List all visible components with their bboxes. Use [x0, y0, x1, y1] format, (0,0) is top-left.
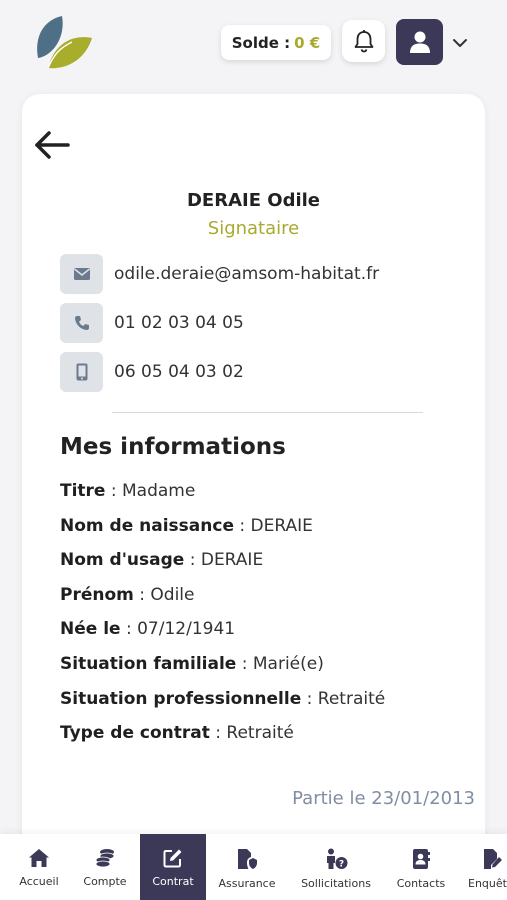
balance-amount: 0 €	[294, 33, 321, 52]
phone-icon	[60, 303, 103, 343]
nav-label: Accueil	[19, 875, 59, 888]
info-row-nee-le: Née le : 07/12/1941	[60, 619, 385, 654]
arrow-left-icon	[35, 131, 70, 159]
nav-label: Sollicitations	[301, 877, 371, 890]
info-row-titre: Titre : Madame	[60, 481, 385, 516]
file-shield-icon	[238, 849, 257, 869]
info-value: : Marié(e)	[236, 653, 324, 674]
info-label: Prénom	[60, 584, 134, 605]
chevron-down-icon[interactable]	[451, 35, 469, 49]
nav-label: Compte	[83, 875, 127, 888]
bell-icon	[354, 30, 373, 53]
mobile-row[interactable]: 06 05 04 03 02	[60, 352, 244, 392]
user-avatar-button[interactable]	[396, 19, 443, 65]
home-icon	[29, 849, 49, 867]
file-pen-icon	[484, 849, 502, 869]
nav-label: Contrat	[152, 875, 194, 888]
person-question-icon: ?	[327, 848, 348, 870]
mobile-text[interactable]: 06 05 04 03 02	[114, 362, 244, 382]
nav-label: Assurance	[218, 877, 276, 890]
phone-text[interactable]: 01 02 03 04 05	[114, 313, 244, 333]
svg-text:?: ?	[339, 860, 344, 870]
mobile-phone-icon	[60, 352, 103, 392]
person-name: DERAIE Odile	[186, 190, 321, 211]
departure-date: Partie le 23/01/2013	[292, 788, 475, 809]
user-icon	[409, 31, 430, 53]
nav-label: Contacts	[396, 877, 446, 890]
address-book-icon	[413, 849, 430, 869]
info-label: Nom de naissance	[60, 515, 234, 536]
envelope-icon	[60, 254, 103, 294]
phone-row[interactable]: 01 02 03 04 05	[60, 303, 244, 343]
info-value: : Madame	[105, 481, 196, 501]
nav-item-sollicitations[interactable]: ? Sollicitations	[296, 834, 376, 900]
nav-item-enquetes[interactable]: Enquêtes	[464, 834, 507, 900]
balance-label: Solde :	[231, 33, 291, 52]
info-label: Situation familiale	[60, 653, 237, 674]
balance-badge[interactable]: Solde : 0 €	[221, 25, 331, 60]
info-label: Nom d'usage	[60, 550, 185, 571]
info-row-type-contrat: Type de contrat : Retraité	[60, 723, 385, 758]
email-row[interactable]: odile.deraie@amsom-habitat.fr	[60, 254, 379, 294]
info-row-prenom: Prénom : Odile	[60, 585, 385, 620]
coins-icon	[95, 849, 115, 868]
info-row-nom-naissance: Nom de naissance : DERAIE	[60, 516, 385, 551]
info-value: : 07/12/1941	[120, 619, 236, 640]
info-label: Situation professionnelle	[60, 688, 302, 709]
divider	[112, 412, 423, 413]
edit-icon	[163, 849, 182, 868]
info-value: : DERAIE	[233, 515, 313, 536]
section-title: Mes informations	[60, 434, 286, 460]
nav-item-contacts[interactable]: Contacts	[388, 834, 454, 900]
info-row-situation-familiale: Situation familiale : Marié(e)	[60, 654, 385, 689]
nav-item-assurance[interactable]: Assurance	[212, 834, 282, 900]
info-row-situation-professionnelle: Situation professionnelle : Retraité	[60, 689, 385, 724]
info-label: Née le	[60, 619, 121, 640]
info-label: Type de contrat	[60, 723, 210, 744]
notifications-button[interactable]	[342, 20, 385, 62]
info-value: : DERAIE	[184, 550, 264, 571]
email-text[interactable]: odile.deraie@amsom-habitat.fr	[114, 264, 379, 284]
nav-item-accueil[interactable]: Accueil	[8, 834, 70, 900]
app-header: Solde : 0 €	[0, 0, 507, 90]
contract-card: DERAIE Odile Signataire odile.deraie@ams…	[22, 94, 485, 854]
bottom-nav: Accueil Compte Contrat Assurance ? Solli…	[0, 834, 507, 900]
nav-item-compte[interactable]: Compte	[74, 834, 136, 900]
info-label: Titre	[60, 481, 106, 501]
info-value: : Retraité	[301, 688, 386, 709]
info-row-nom-usage: Nom d'usage : DERAIE	[60, 550, 385, 585]
info-value: : Retraité	[209, 723, 294, 744]
info-value: : Odile	[133, 584, 195, 605]
person-role: Signataire	[207, 218, 300, 239]
info-list: Titre : Madame Nom de naissance : DERAIE…	[60, 481, 385, 758]
nav-item-contrat[interactable]: Contrat	[140, 834, 206, 900]
nav-label: Enquêtes	[468, 877, 507, 890]
logo	[32, 14, 94, 72]
back-button[interactable]	[32, 128, 72, 162]
